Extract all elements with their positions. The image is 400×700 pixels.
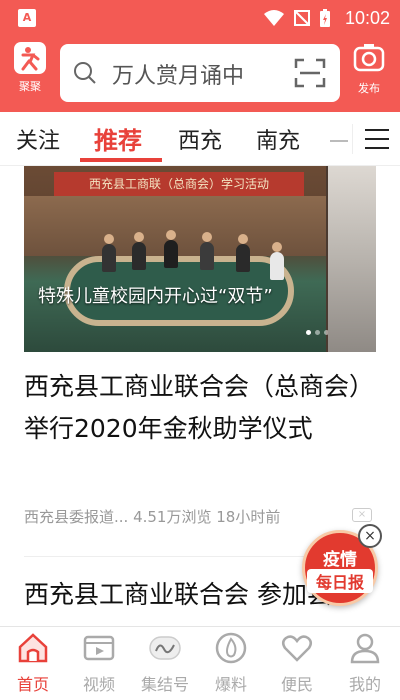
banner-caption: 特殊儿童校园内开心过“双节” [38,286,273,307]
person [132,232,146,270]
person [164,230,178,268]
tab-nanchong[interactable]: 南充 [256,123,300,155]
nav-label: 首页 [16,675,49,694]
assembly-icon [149,636,181,660]
banner-board-text: 西充县工商联（总商会）学习活动 [54,172,304,196]
menu-icon [365,129,389,131]
fire-icon [215,632,247,664]
nav-label: 我的 [348,675,381,694]
search-icon [74,62,96,84]
dismiss-icon[interactable]: × [352,508,372,522]
nav-assembly[interactable]: 集结号 [132,631,198,695]
nav-convenience[interactable]: 便民 [264,631,330,695]
video-icon [83,635,115,661]
badge-line1: 疫情 [323,550,357,570]
person [102,234,116,272]
person-head [202,232,212,242]
carousel-dot [315,330,320,335]
article-meta: 西充县委报道... 4.51万浏览 18小时前 [24,508,281,526]
app-notification-icon: A [18,9,36,27]
person-head [272,242,282,252]
publish-button[interactable]: 发布 [350,42,388,96]
wifi-icon [263,10,284,26]
nav-label: 便民 [280,675,313,694]
status-bar: A 10:02 [0,0,400,36]
banner-photo: 西充县工商联（总商会）学习活动 特殊儿童校园内开心过“双节” [24,166,329,352]
battery-charging-icon [319,9,330,27]
person [270,242,284,280]
nav-label: 视频 [82,675,115,694]
user-icon [350,633,380,664]
camera-icon [353,44,385,72]
banner-carousel[interactable]: 西充县工商联（总商会）学习活动 特殊儿童校园内开心过“双节” [24,166,376,352]
nav-label: 爆料 [214,675,247,694]
app-logo[interactable]: 聚聚 [10,42,50,98]
carousel-dot-active [306,330,311,335]
tab-xichong[interactable]: 西充 [178,123,222,155]
publish-label: 发布 [358,82,380,95]
badge-line2: 每日报 [307,569,373,593]
nav-video[interactable]: 视频 [66,631,132,695]
heart-icon [282,635,312,662]
person-head [134,232,144,242]
menu-icon-line [365,147,389,149]
home-icon [18,633,48,663]
banner-next-slide-preview [328,166,376,352]
carousel-dots [306,330,329,335]
scan-icon[interactable] [294,58,326,88]
article-title[interactable]: 西充县工商业联合会（总商会） 举行2020年金秋助学仪式 [24,366,376,450]
channel-tabs: 关注 推荐 西充 南充 [0,112,400,166]
person-head [166,230,176,240]
tab-recommend[interactable]: 推荐 [94,121,142,156]
tab-follow[interactable]: 关注 [16,123,60,155]
search-placeholder: 万人赏月诵中 [112,64,245,89]
menu-icon-line [365,138,389,140]
logo-icon [14,42,46,74]
nav-home[interactable]: 首页 [0,631,66,695]
nav-label: 集结号 [140,675,189,694]
tab-overflow-hint [330,140,348,142]
nav-mine[interactable]: 我的 [332,631,398,695]
active-tab-indicator [80,158,162,162]
person-head [238,234,248,244]
person [236,234,250,272]
channel-menu-button[interactable] [352,124,392,154]
search-header: 聚聚 万人赏月诵中 发布 [0,36,400,112]
search-input[interactable]: 万人赏月诵中 [60,44,340,102]
clock: 10:02 [344,7,390,28]
close-icon[interactable]: × [358,524,382,548]
no-signal-icon [293,10,310,26]
person-head [104,234,114,244]
logo-label: 聚聚 [19,80,41,93]
nav-tipoff[interactable]: 爆料 [198,631,264,695]
bottom-navigation: 首页 视频 集结号 爆料 便民 我的 [0,626,400,700]
person [200,232,214,270]
